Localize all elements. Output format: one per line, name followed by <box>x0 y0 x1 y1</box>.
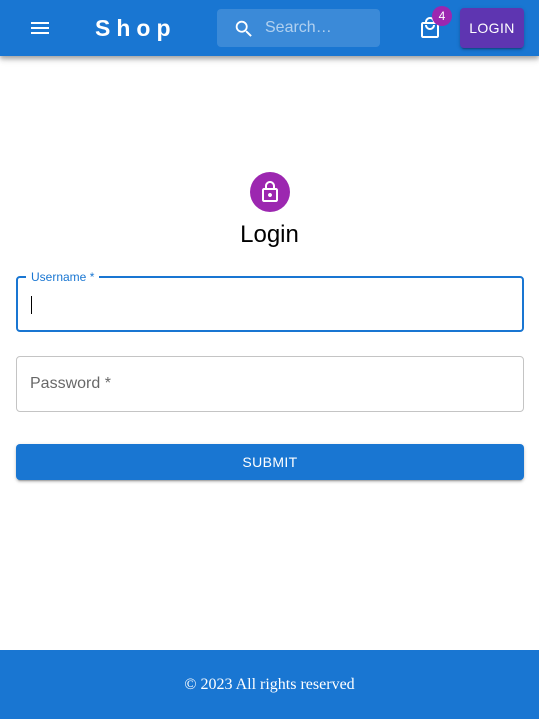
password-field[interactable]: Password * <box>16 356 524 412</box>
password-input[interactable] <box>29 357 509 411</box>
footer: © 2023 All rights reserved <box>0 650 539 719</box>
copyright-text: © 2023 All rights reserved <box>184 675 355 693</box>
lock-icon <box>262 181 278 202</box>
cart-count-badge: 4 <box>432 6 452 26</box>
login-button[interactable]: LOGIN <box>460 8 524 48</box>
submit-button[interactable]: SUBMIT <box>16 444 524 480</box>
search-input[interactable] <box>265 9 375 47</box>
lock-avatar <box>250 172 290 212</box>
search-icon <box>235 20 252 37</box>
brand-logo[interactable]: Shop <box>95 12 177 44</box>
search-box <box>217 9 380 47</box>
username-field[interactable]: Username * <box>16 269 524 332</box>
page-title: Login <box>240 221 299 248</box>
menu-button[interactable] <box>20 8 60 48</box>
cart-button[interactable]: 4 <box>410 6 452 48</box>
app-bar: Shop 4 LOGIN <box>0 0 539 56</box>
username-input[interactable] <box>30 278 510 330</box>
menu-icon <box>31 22 49 34</box>
